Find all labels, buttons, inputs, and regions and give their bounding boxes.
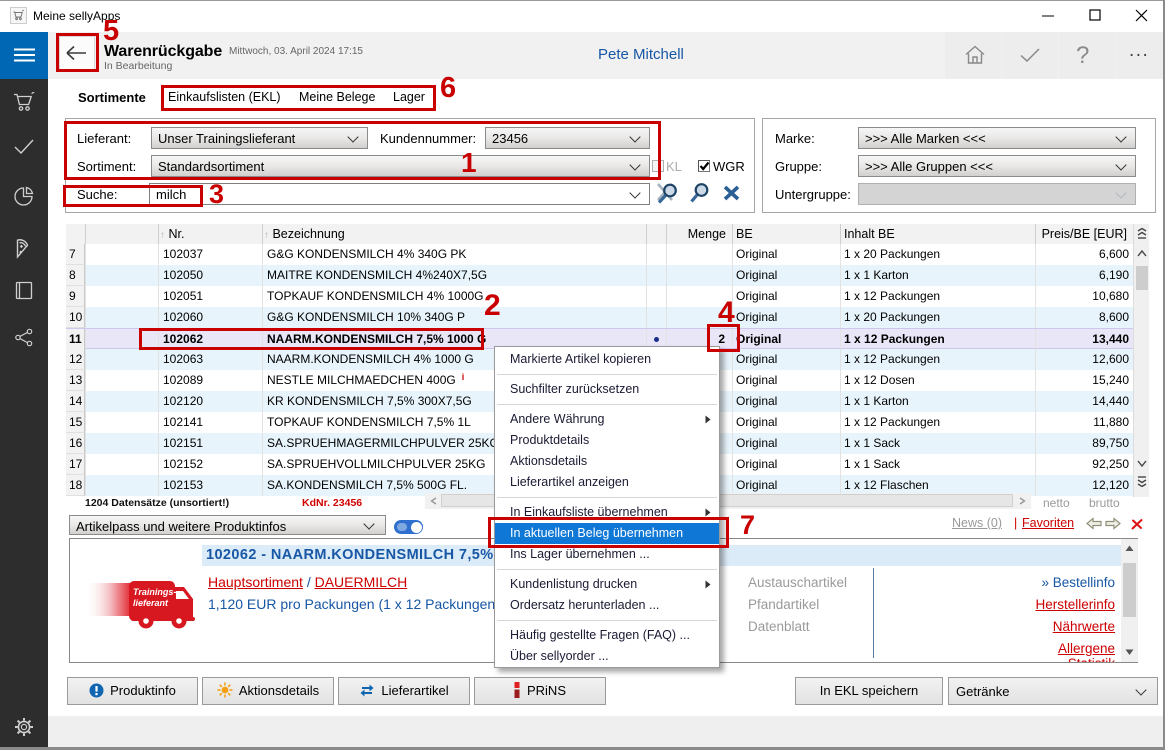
svg-text:Trainings-: Trainings- bbox=[133, 587, 176, 597]
svg-text:lieferant: lieferant bbox=[133, 598, 169, 608]
